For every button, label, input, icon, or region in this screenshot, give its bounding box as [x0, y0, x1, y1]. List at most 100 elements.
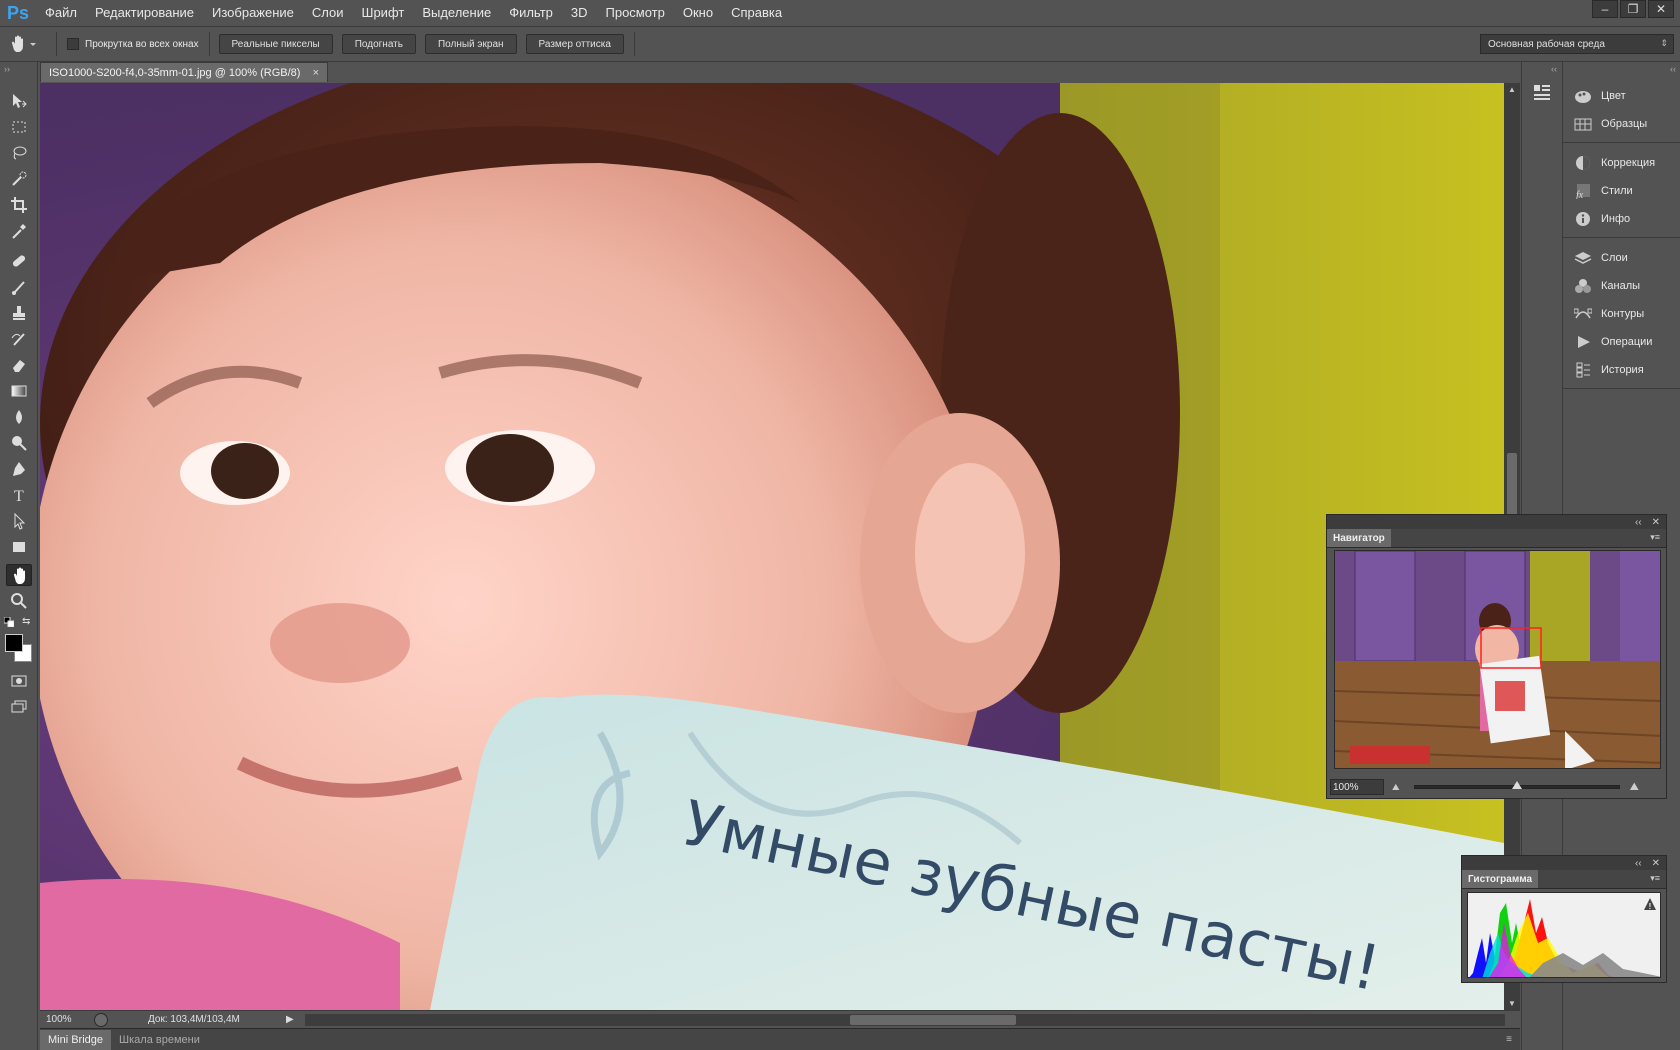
scroll-all-label: Прокрутка во всех окнах: [85, 38, 199, 50]
dock-item-styles[interactable]: fx Стили: [1563, 177, 1680, 205]
tab-mini-bridge[interactable]: Mini Bridge: [40, 1029, 112, 1050]
clone-stamp-tool-icon[interactable]: [6, 302, 32, 324]
menu-filter[interactable]: Фильтр: [500, 0, 562, 26]
menu-view[interactable]: Просмотр: [597, 0, 674, 26]
close-button[interactable]: ✕: [1648, 0, 1674, 18]
navigator-zoom-slider[interactable]: [1413, 781, 1620, 789]
horizontal-scroll-thumb[interactable]: [850, 1015, 1016, 1025]
default-colors-icon[interactable]: [3, 616, 15, 628]
close-tab-icon[interactable]: ×: [313, 67, 319, 79]
document-info: Док: 103,4M/103,4M: [148, 1014, 240, 1025]
menu-type[interactable]: Шрифт: [353, 0, 414, 26]
eyedropper-tool-icon[interactable]: [6, 220, 32, 242]
menu-help[interactable]: Справка: [722, 0, 791, 26]
swap-colors-icon[interactable]: ⇆: [22, 616, 30, 627]
close-panel-icon[interactable]: ✕: [1652, 517, 1660, 528]
panel-menu-icon[interactable]: ▾≡: [1650, 873, 1660, 884]
dock-item-color[interactable]: Цвет: [1563, 82, 1680, 110]
separator: [633, 32, 635, 56]
brush-tool-icon[interactable]: [6, 276, 32, 298]
zoom-out-icon[interactable]: ⛰: [1392, 782, 1400, 793]
panel-menu-icon[interactable]: ≡: [1506, 1034, 1512, 1045]
dock-item-swatches[interactable]: Образцы: [1563, 110, 1680, 138]
svg-text:fx: fx: [1576, 190, 1584, 199]
move-tool-icon[interactable]: [6, 90, 32, 112]
hand-tool-preset-icon[interactable]: [0, 29, 46, 59]
eraser-tool-icon[interactable]: [6, 354, 32, 376]
fill-screen-button[interactable]: Полный экран: [424, 34, 517, 54]
panel-collapse-icon[interactable]: ‹‹: [1551, 64, 1557, 74]
minimize-button[interactable]: –: [1592, 0, 1618, 18]
tab-timeline[interactable]: Шкала времени: [111, 1030, 208, 1050]
horizontal-scrollbar[interactable]: [305, 1014, 1505, 1026]
menu-window[interactable]: Окно: [674, 0, 722, 26]
path-selection-tool-icon[interactable]: [6, 510, 32, 532]
dodge-tool-icon[interactable]: [6, 432, 32, 454]
hand-tool-icon[interactable]: [6, 564, 32, 586]
photoshop-logo: Ps: [6, 2, 30, 23]
status-menu-arrow-icon[interactable]: ▶: [286, 1014, 294, 1025]
foreground-color-swatch[interactable]: [5, 634, 23, 652]
dock-item-history[interactable]: История: [1563, 356, 1680, 384]
warning-icon[interactable]: !: [1644, 898, 1656, 911]
fit-screen-button[interactable]: Подогнать: [341, 34, 416, 54]
scroll-down-icon[interactable]: ▼: [1508, 999, 1516, 1008]
properties-icon[interactable]: [1532, 82, 1552, 102]
actual-pixels-button[interactable]: Реальные пикселы: [218, 34, 333, 54]
menu-layers[interactable]: Слои: [303, 0, 353, 26]
blur-tool-icon[interactable]: [6, 406, 32, 428]
healing-brush-tool-icon[interactable]: [6, 250, 32, 272]
type-tool-icon[interactable]: T: [6, 484, 32, 506]
workspace-select[interactable]: Основная рабочая среда ⇕: [1480, 34, 1674, 54]
close-panel-icon[interactable]: ✕: [1652, 858, 1660, 869]
tab-navigator[interactable]: Навигатор: [1327, 529, 1391, 547]
quick-mask-icon[interactable]: [6, 670, 32, 692]
separator: [208, 32, 210, 56]
dock-item-info[interactable]: Инфо: [1563, 205, 1680, 233]
pen-tool-icon[interactable]: [6, 458, 32, 480]
rectangle-tool-icon[interactable]: [6, 536, 32, 558]
dock-item-paths[interactable]: Контуры: [1563, 300, 1680, 328]
zoom-in-icon[interactable]: ⛰: [1630, 781, 1639, 794]
marquee-tool-icon[interactable]: [6, 116, 32, 138]
navigator-thumbnail[interactable]: [1334, 550, 1661, 769]
navigator-panel: ‹‹ ✕ Навигатор ▾≡ 100% ⛰ ⛰: [1326, 514, 1667, 799]
zoom-level[interactable]: 100%: [46, 1014, 90, 1025]
dock-item-label: Слои: [1601, 252, 1628, 264]
dock-item-adjustments[interactable]: Коррекция: [1563, 149, 1680, 177]
slider-thumb[interactable]: [1511, 781, 1522, 789]
menu-file[interactable]: Файл: [36, 0, 86, 26]
dock-item-channels[interactable]: Каналы: [1563, 272, 1680, 300]
panel-collapse-icon[interactable]: ››: [4, 64, 10, 74]
status-info-icon[interactable]: [94, 1012, 108, 1027]
menu-image[interactable]: Изображение: [203, 0, 303, 26]
scroll-up-icon[interactable]: ▲: [1508, 85, 1516, 94]
menu-3d[interactable]: 3D: [562, 0, 597, 26]
scroll-all-checkbox[interactable]: [67, 38, 79, 50]
print-size-button[interactable]: Размер оттиска: [525, 34, 624, 54]
histogram-panel: ‹‹ ✕ Гистограмма ▾≡ !: [1461, 855, 1667, 983]
vertical-scroll-thumb[interactable]: [1507, 453, 1517, 523]
crop-tool-icon[interactable]: [6, 194, 32, 216]
screen-mode-icon[interactable]: [6, 696, 32, 718]
document-tab[interactable]: ISO1000-S200-f4,0-35mm-01.jpg @ 100% (RG…: [40, 62, 328, 82]
panel-menu-icon[interactable]: ▾≡: [1650, 532, 1660, 543]
quick-selection-tool-icon[interactable]: [6, 168, 32, 190]
history-brush-tool-icon[interactable]: [6, 328, 32, 350]
panel-collapse-icon[interactable]: ‹‹: [1670, 64, 1676, 74]
document-canvas[interactable]: Умные зубные пасты!: [40, 83, 1504, 1010]
dock-item-actions[interactable]: Операции: [1563, 328, 1680, 356]
dock-item-label: История: [1601, 364, 1644, 376]
tab-histogram[interactable]: Гистограмма: [1462, 870, 1539, 888]
menu-edit[interactable]: Редактирование: [86, 0, 203, 26]
zoom-tool-icon[interactable]: [6, 590, 32, 612]
restore-button[interactable]: ❐: [1620, 0, 1646, 18]
collapse-panel-icon[interactable]: ‹‹: [1635, 517, 1642, 528]
gradient-tool-icon[interactable]: [6, 380, 32, 402]
lasso-tool-icon[interactable]: [6, 142, 32, 164]
collapse-panel-icon[interactable]: ‹‹: [1635, 858, 1642, 869]
svg-text:T: T: [14, 488, 24, 504]
dock-item-layers[interactable]: Слои: [1563, 244, 1680, 272]
menu-select[interactable]: Выделение: [413, 0, 500, 26]
navigator-zoom-field[interactable]: 100%: [1330, 779, 1384, 795]
